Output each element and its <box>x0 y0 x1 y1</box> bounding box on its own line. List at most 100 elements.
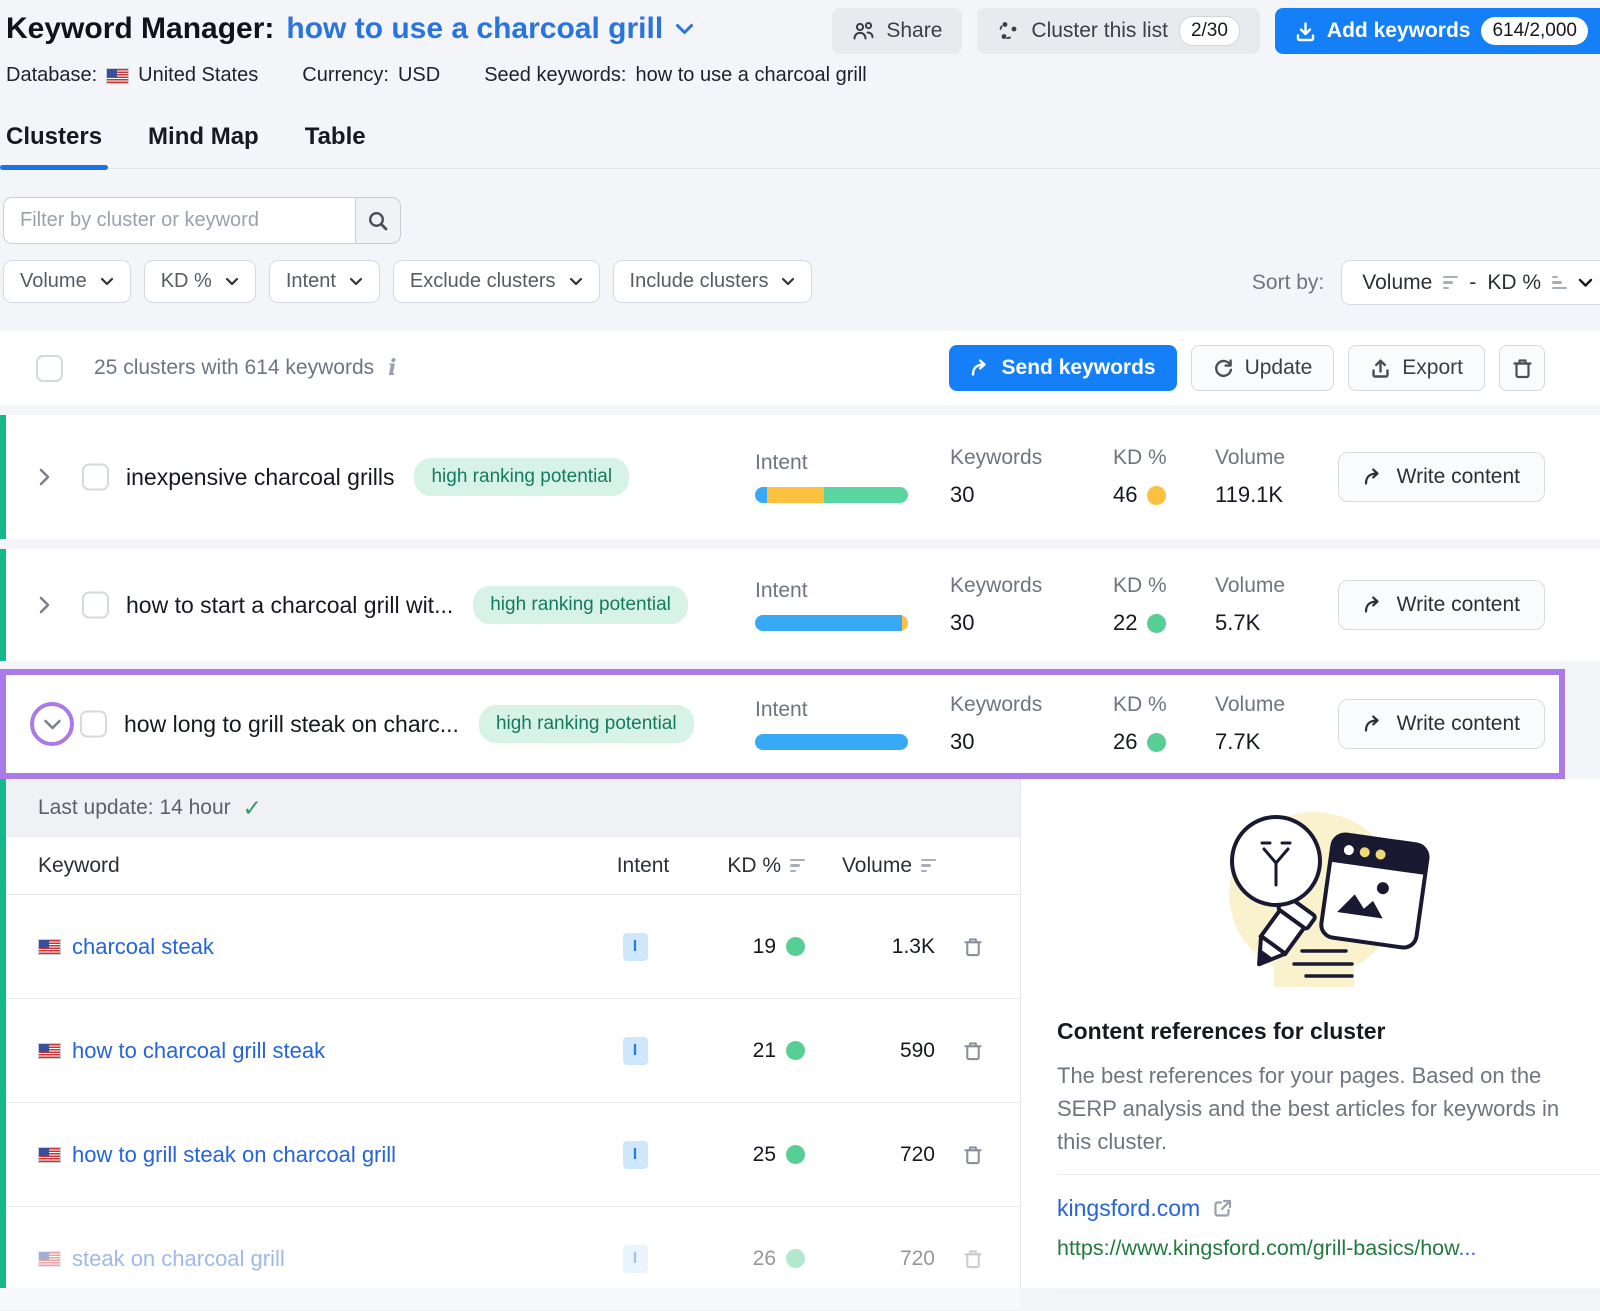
volume-value: 720 <box>830 1247 935 1271</box>
write-content-button[interactable]: Write content <box>1338 580 1545 630</box>
expand-cluster-button[interactable] <box>38 595 51 616</box>
ranking-potential-badge: high ranking potential <box>414 458 629 496</box>
kd-dot <box>786 1041 805 1060</box>
reference-url-link[interactable]: https://www.kingsford.com/grill-basics/h… <box>1057 1236 1600 1261</box>
send-keywords-button[interactable]: Send keywords <box>949 345 1177 391</box>
keywords-count: 30 <box>950 482 1042 508</box>
collapse-cluster-button[interactable] <box>30 702 74 746</box>
intent-label: Intent <box>755 579 908 603</box>
keyword-row: steak on charcoal grill I 26 720 <box>0 1207 1020 1311</box>
list-meta: Database: United States Currency: USD Se… <box>6 64 1600 87</box>
expand-cluster-button[interactable] <box>38 467 51 488</box>
last-update-label: Last update: 14 hour <box>38 796 231 820</box>
write-content-label: Write content <box>1397 465 1520 489</box>
currency-meta: Currency: USD <box>302 64 440 87</box>
redirect-arrow-icon <box>1363 715 1384 733</box>
kd-column: KD % 26 <box>1113 693 1167 755</box>
cluster-title[interactable]: how long to grill steak on charc... <box>124 711 459 738</box>
keyword-link[interactable]: charcoal steak <box>38 934 214 960</box>
export-button[interactable]: Export <box>1348 345 1485 391</box>
us-flag-icon <box>38 939 61 955</box>
kd-value: 25 <box>753 1143 776 1167</box>
seed-keywords-meta: Seed keywords: how to use a charcoal gri… <box>484 64 867 87</box>
filter-input[interactable] <box>3 197 355 244</box>
cluster-checkbox[interactable] <box>82 464 109 491</box>
write-content-button[interactable]: Write content <box>1338 699 1545 749</box>
cluster-title[interactable]: how to start a charcoal grill wit... <box>126 592 453 619</box>
update-label: Update <box>1245 356 1313 380</box>
cluster-this-list-button[interactable]: Cluster this list 2/30 <box>977 8 1260 54</box>
kd-dot <box>786 1249 805 1268</box>
select-all-checkbox[interactable] <box>36 355 63 382</box>
intent-column: Intent <box>755 451 908 503</box>
volume-column: Volume 119.1K <box>1215 446 1285 508</box>
currency-value: USD <box>398 64 440 87</box>
kd-dot <box>1147 614 1166 633</box>
delete-keyword-button[interactable] <box>963 1040 983 1062</box>
sort-by-label: Sort by: <box>1252 271 1324 295</box>
include-clusters-dropdown[interactable]: Include clusters <box>613 260 813 303</box>
side-panel-title: Content references for cluster <box>1057 1018 1600 1045</box>
intent-badge: I <box>623 933 648 961</box>
intent-filter-dropdown[interactable]: Intent <box>269 260 380 303</box>
delete-keyword-button[interactable] <box>963 1248 983 1270</box>
volume-column-header[interactable]: Volume <box>818 854 936 878</box>
delete-keyword-button[interactable] <box>963 1144 983 1166</box>
add-keywords-label: Add keywords <box>1327 19 1471 43</box>
share-button[interactable]: Share <box>832 8 962 54</box>
url-ellipsis: ... <box>1458 1236 1476 1260</box>
cluster-title[interactable]: inexpensive charcoal grills <box>126 464 394 491</box>
tab-table[interactable]: Table <box>305 123 366 168</box>
tab-clusters[interactable]: Clusters <box>6 123 102 168</box>
reference-domain-link[interactable]: kingsford.com <box>1057 1195 1600 1222</box>
clusters-summary: 25 clusters with 614 keywords <box>94 356 374 380</box>
cluster-checkbox[interactable] <box>82 592 109 619</box>
exclude-clusters-dropdown[interactable]: Exclude clusters <box>393 260 600 303</box>
volume-filter-dropdown[interactable]: Volume <box>3 260 131 303</box>
update-button[interactable]: Update <box>1191 345 1335 391</box>
database-value: United States <box>138 64 258 87</box>
chevron-down-icon <box>675 23 694 35</box>
cluster-accent-bar <box>0 549 6 661</box>
cluster-count-badge: 2/30 <box>1179 16 1240 46</box>
kd-filter-dropdown[interactable]: KD % <box>144 260 256 303</box>
intent-bar <box>755 487 908 503</box>
intent-bar <box>755 615 908 631</box>
kd-dot <box>1147 733 1166 752</box>
currency-label: Currency: <box>302 64 389 87</box>
keywords-count-badge: 614/2,000 <box>1481 17 1588 45</box>
toolbar-actions: Send keywords Update Export <box>949 345 1545 391</box>
cluster-icon <box>997 20 1020 42</box>
search-button[interactable] <box>355 197 401 244</box>
delete-keyword-button[interactable] <box>963 936 983 958</box>
cluster-title-group: how to start a charcoal grill wit... hig… <box>126 586 688 624</box>
us-flag-icon <box>38 1251 61 1267</box>
sort-icon <box>790 859 805 873</box>
keyword-column-header: Keyword <box>38 854 120 878</box>
keyword-text: charcoal steak <box>72 934 214 960</box>
sort-dropdown[interactable]: Volume - KD % <box>1341 260 1600 305</box>
cluster-row: how to start a charcoal grill wit... hig… <box>0 549 1600 661</box>
delete-list-button[interactable] <box>1499 345 1545 391</box>
list-title-dropdown[interactable]: how to use a charcoal grill <box>286 12 694 46</box>
intent-label: Intent <box>755 451 908 475</box>
sort-asc-icon <box>1552 276 1567 290</box>
keyword-link[interactable]: how to charcoal grill steak <box>38 1038 325 1064</box>
kd-value: 22 <box>1113 610 1137 636</box>
trash-icon <box>1512 357 1533 380</box>
write-content-button[interactable]: Write content <box>1338 452 1545 502</box>
cluster-row-selected: how long to grill steak on charc... high… <box>0 669 1565 779</box>
keyword-link[interactable]: how to grill steak on charcoal grill <box>38 1142 396 1168</box>
info-icon[interactable]: i <box>388 355 396 381</box>
external-link-icon <box>1212 1198 1233 1219</box>
keyword-link[interactable]: steak on charcoal grill <box>38 1246 285 1272</box>
volume-value: 5.7K <box>1215 610 1285 636</box>
add-keywords-button[interactable]: Add keywords 614/2,000 <box>1275 8 1600 54</box>
keyword-row: how to charcoal grill steak I 21 590 <box>0 999 1020 1103</box>
cluster-checkbox[interactable] <box>80 711 107 738</box>
kd-column-header[interactable]: KD % <box>695 854 805 878</box>
sort-primary-label: Volume <box>1362 271 1432 295</box>
tab-mind-map[interactable]: Mind Map <box>148 123 259 168</box>
keywords-label: Keywords <box>950 446 1042 470</box>
volume-label: Volume <box>1215 574 1285 598</box>
